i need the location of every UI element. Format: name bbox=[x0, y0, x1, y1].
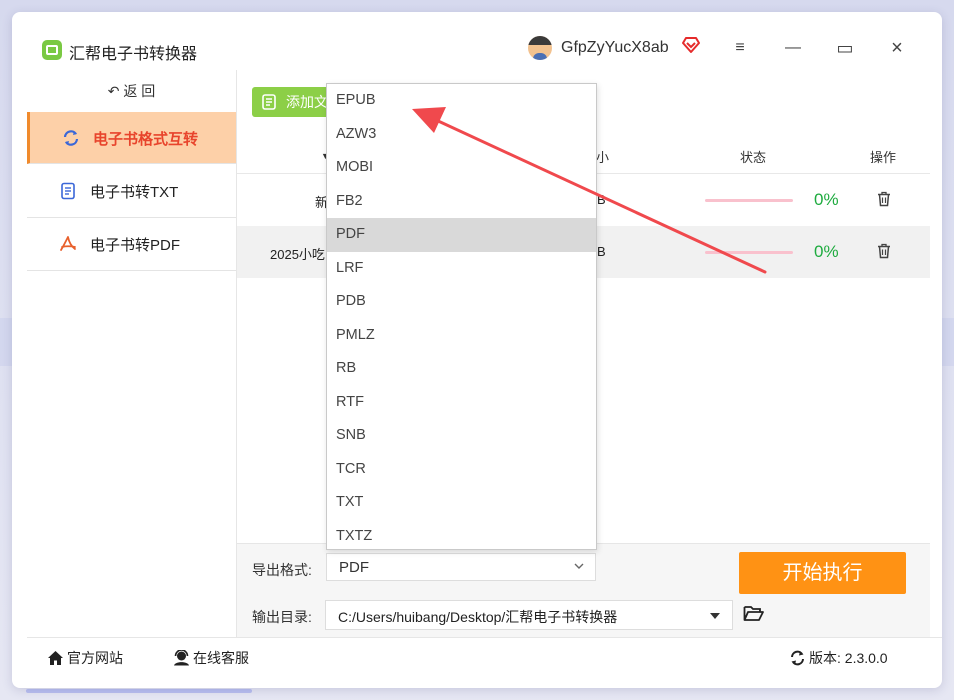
add-file-icon bbox=[262, 94, 276, 110]
home-icon bbox=[48, 651, 63, 665]
pdf-icon bbox=[60, 236, 76, 251]
website-link[interactable]: 官方网站 bbox=[47, 648, 123, 668]
format-option-snb[interactable]: SNB bbox=[327, 419, 596, 453]
trash-icon[interactable] bbox=[877, 243, 891, 259]
back-label: 返 回 bbox=[123, 83, 156, 99]
progress-percent: 0% bbox=[814, 190, 839, 209]
output-dir-label: 输出目录: bbox=[252, 609, 312, 625]
header-action: 操作 bbox=[870, 150, 897, 165]
format-option-mobi[interactable]: MOBI bbox=[327, 151, 596, 185]
format-option-pmlz[interactable]: PMLZ bbox=[327, 319, 596, 353]
format-option-lrf[interactable]: LRF bbox=[327, 252, 596, 286]
title-bar: 汇帮电子书转换器 GfpZyYucX8ab ≡ — ▭ × bbox=[12, 12, 942, 70]
background-line bbox=[26, 689, 252, 693]
format-dropdown-list[interactable]: EPUB AZW3 MOBI FB2 PDF LRF PDB PMLZ RB R… bbox=[326, 83, 597, 550]
vip-diamond-icon[interactable] bbox=[681, 36, 701, 54]
sidebar-item-to-txt[interactable]: 电子书转TXT bbox=[27, 165, 236, 218]
format-label: 导出格式: bbox=[252, 562, 312, 578]
chevron-down-icon bbox=[574, 563, 584, 569]
format-option-epub[interactable]: EPUB bbox=[327, 84, 596, 118]
format-option-tcr[interactable]: TCR bbox=[327, 453, 596, 487]
caret-down-icon bbox=[710, 613, 720, 619]
format-value: PDF bbox=[339, 559, 369, 576]
support-link[interactable]: 在线客服 bbox=[173, 648, 249, 668]
version-info[interactable]: 版本: 2.3.0.0 bbox=[789, 648, 888, 668]
sidebar-item-label: 电子书格式互转 bbox=[93, 131, 199, 148]
header-status: 状态 bbox=[740, 150, 767, 165]
format-option-azw3[interactable]: AZW3 bbox=[327, 118, 596, 152]
support-label: 在线客服 bbox=[193, 650, 249, 666]
progress-bar bbox=[705, 251, 793, 254]
back-arrow-icon: ↶ bbox=[107, 83, 120, 99]
format-option-rb[interactable]: RB bbox=[327, 352, 596, 386]
format-option-pdb[interactable]: PDB bbox=[327, 285, 596, 319]
output-dir-select[interactable]: C:/Users/huibang/Desktop/汇帮电子书转换器 bbox=[325, 600, 733, 630]
sidebar-item-label: 电子书转PDF bbox=[90, 237, 181, 254]
format-option-fb2[interactable]: FB2 bbox=[327, 185, 596, 219]
sidebar-item-label: 电子书转TXT bbox=[90, 184, 179, 201]
progress-bar bbox=[705, 199, 793, 202]
trash-icon[interactable] bbox=[877, 191, 891, 207]
file-size: B bbox=[597, 192, 606, 207]
format-option-rtf[interactable]: RTF bbox=[327, 386, 596, 420]
format-option-txtz[interactable]: TXTZ bbox=[327, 520, 596, 554]
sidebar: ↶ 返 回 电子书格式互转 电子书转TXT 电子书转PDF bbox=[27, 70, 237, 637]
start-button[interactable]: 开始执行 bbox=[739, 552, 906, 594]
website-label: 官方网站 bbox=[67, 650, 123, 666]
close-button[interactable]: × bbox=[886, 38, 908, 58]
app-title: 汇帮电子书转换器 bbox=[69, 46, 198, 63]
output-dir-value: C:/Users/huibang/Desktop/汇帮电子书转换器 bbox=[338, 609, 618, 625]
file-name: 2025小吃 bbox=[270, 247, 325, 262]
header-size: 小 bbox=[596, 150, 610, 165]
menu-button[interactable]: ≡ bbox=[729, 38, 751, 58]
progress-percent: 0% bbox=[814, 242, 839, 261]
file-size: B bbox=[597, 244, 606, 259]
document-icon bbox=[61, 182, 75, 200]
app-logo-icon bbox=[42, 40, 62, 60]
back-button[interactable]: ↶ 返 回 bbox=[27, 70, 236, 112]
maximize-button[interactable]: ▭ bbox=[834, 38, 856, 58]
version-label: 版本: 2.3.0.0 bbox=[809, 650, 888, 666]
user-avatar[interactable] bbox=[528, 36, 552, 60]
format-select[interactable]: PDF bbox=[326, 553, 596, 581]
customer-service-icon bbox=[174, 650, 189, 666]
format-option-txt[interactable]: TXT bbox=[327, 486, 596, 520]
sidebar-item-format-convert[interactable]: 电子书格式互转 bbox=[27, 112, 236, 164]
sidebar-item-to-pdf[interactable]: 电子书转PDF bbox=[27, 218, 236, 271]
refresh-icon bbox=[63, 130, 79, 146]
username[interactable]: GfpZyYucX8ab bbox=[561, 39, 669, 57]
footer: 官方网站 在线客服 版本: 2.3.0.0 bbox=[27, 637, 942, 676]
folder-open-icon[interactable] bbox=[743, 604, 765, 622]
minimize-button[interactable]: — bbox=[782, 38, 804, 58]
format-option-pdf[interactable]: PDF bbox=[327, 218, 596, 252]
refresh-icon bbox=[791, 650, 804, 666]
